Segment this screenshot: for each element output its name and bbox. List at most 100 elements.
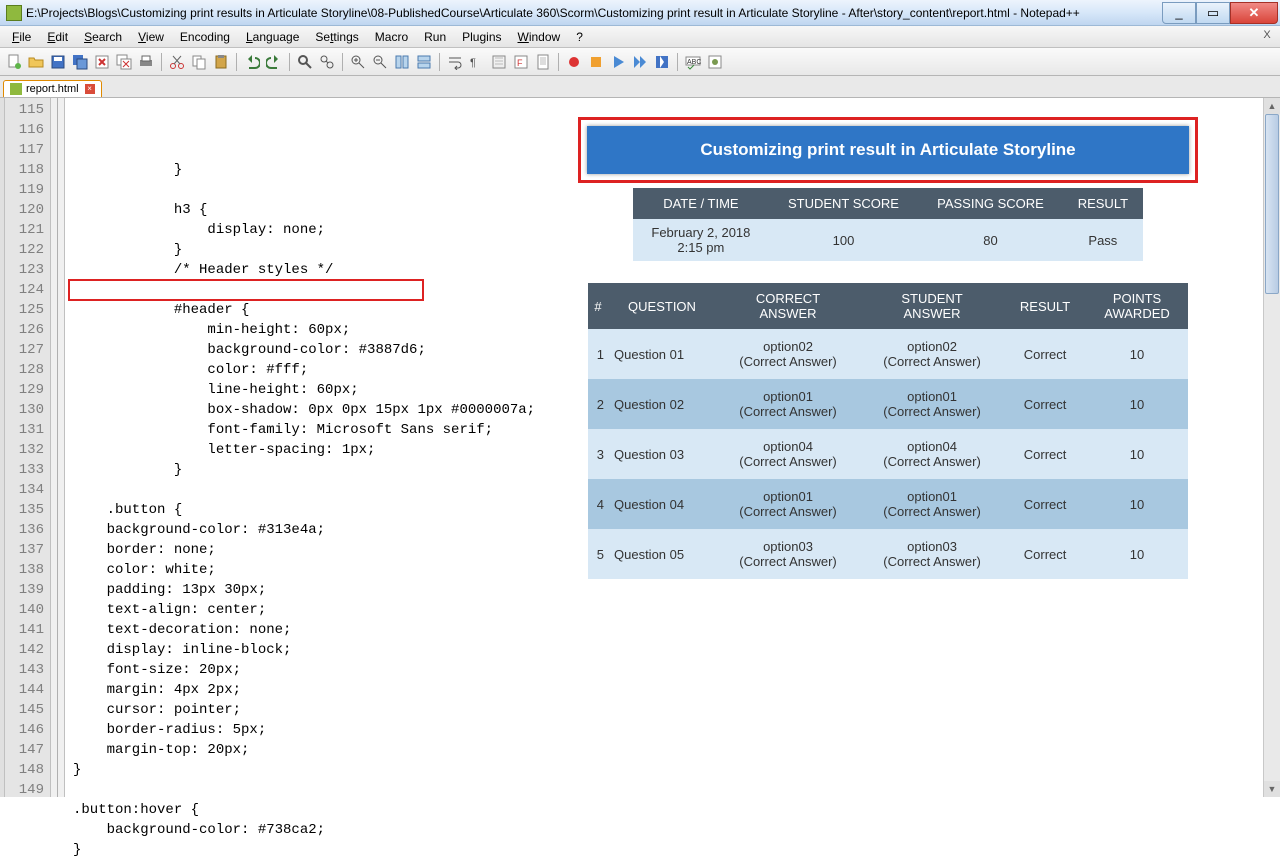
record-icon[interactable] (564, 52, 584, 72)
cut-icon[interactable] (167, 52, 187, 72)
play-icon[interactable] (608, 52, 628, 72)
play-multi-icon[interactable] (630, 52, 650, 72)
show-all-icon[interactable] (705, 52, 725, 72)
code-line-144[interactable]: margin-top: 20px; (65, 740, 1263, 760)
close-all-icon[interactable] (114, 52, 134, 72)
line-number-gutter: 1151161171181191201211221231241251261271… (5, 98, 51, 797)
code-line-139[interactable]: display: inline-block; (65, 640, 1263, 660)
tab-file-icon (10, 83, 22, 95)
menu-window[interactable]: Window (510, 28, 569, 46)
code-line-140[interactable]: font-size: 20px; (65, 660, 1263, 680)
svg-text:¶: ¶ (470, 57, 476, 69)
code-line-137[interactable]: text-align: center; (65, 600, 1263, 620)
redo-icon[interactable] (264, 52, 284, 72)
line-number: 136 (5, 520, 44, 540)
close-file-icon[interactable] (92, 52, 112, 72)
code-line-149[interactable]: } (65, 840, 1263, 860)
find-icon[interactable] (295, 52, 315, 72)
menu-macro[interactable]: Macro (367, 28, 416, 46)
line-number: 131 (5, 420, 44, 440)
row-student-answer: option03 (Correct Answer) (860, 529, 1004, 579)
new-file-icon[interactable] (4, 52, 24, 72)
meta-h-score: STUDENT SCORE (769, 188, 918, 219)
quiz-h-student: STUDENTANSWER (860, 283, 1004, 329)
paste-icon[interactable] (211, 52, 231, 72)
row-correct-answer: option02 (Correct Answer) (716, 329, 860, 379)
menu-encoding[interactable]: Encoding (172, 28, 238, 46)
quiz-row: 2Question 02option01 (Correct Answer)opt… (588, 379, 1188, 429)
save-all-icon[interactable] (70, 52, 90, 72)
row-student-answer: option02 (Correct Answer) (860, 329, 1004, 379)
wordwrap-icon[interactable] (445, 52, 465, 72)
minimize-button[interactable]: _ (1162, 2, 1196, 24)
code-line-145[interactable]: } (65, 760, 1263, 780)
code-line-136[interactable]: padding: 13px 30px; (65, 580, 1263, 600)
code-line-142[interactable]: cursor: pointer; (65, 700, 1263, 720)
line-number: 139 (5, 580, 44, 600)
line-number: 123 (5, 260, 44, 280)
menubar: File Edit Search View Encoding Language … (0, 26, 1280, 48)
open-file-icon[interactable] (26, 52, 46, 72)
zoom-in-icon[interactable] (348, 52, 368, 72)
vertical-scrollbar[interactable]: ▲ ▼ (1263, 98, 1280, 797)
scroll-down-arrow[interactable]: ▼ (1264, 781, 1280, 797)
row-correct-answer: option03 (Correct Answer) (716, 529, 860, 579)
fold-margin[interactable] (51, 98, 65, 797)
line-number: 127 (5, 340, 44, 360)
replace-icon[interactable] (317, 52, 337, 72)
file-tab[interactable]: report.html × (3, 80, 102, 97)
meta-pass: 80 (918, 219, 1063, 261)
undo-icon[interactable] (242, 52, 262, 72)
doc-map-icon[interactable] (533, 52, 553, 72)
svg-text:ABC: ABC (687, 59, 701, 66)
row-points: 10 (1086, 379, 1188, 429)
menu-view[interactable]: View (130, 28, 172, 46)
show-chars-icon[interactable]: ¶ (467, 52, 487, 72)
menu-settings[interactable]: Settings (307, 28, 366, 46)
indent-guide-icon[interactable] (489, 52, 509, 72)
code-line-143[interactable]: border-radius: 5px; (65, 720, 1263, 740)
scroll-up-arrow[interactable]: ▲ (1264, 98, 1280, 114)
close-button[interactable]: ✕ (1230, 2, 1278, 24)
row-correct-answer: option01 (Correct Answer) (716, 379, 860, 429)
row-points: 10 (1086, 329, 1188, 379)
spellcheck-icon[interactable]: ABC (683, 52, 703, 72)
report-header-highlight: Customizing print result in Articulate S… (578, 117, 1198, 183)
scrollbar-thumb[interactable] (1265, 114, 1279, 294)
doc-close-icon[interactable]: X (1260, 28, 1274, 42)
menu-language[interactable]: Language (238, 28, 307, 46)
sync-v-icon[interactable] (392, 52, 412, 72)
row-num: 1 (588, 329, 608, 379)
row-question: Question 04 (608, 479, 716, 529)
code-line-146[interactable] (65, 780, 1263, 800)
copy-icon[interactable] (189, 52, 209, 72)
line-number: 124 (5, 280, 44, 300)
print-icon[interactable] (136, 52, 156, 72)
menu-file[interactable]: File (4, 28, 39, 46)
menu-edit[interactable]: Edit (39, 28, 76, 46)
code-line-138[interactable]: text-decoration: none; (65, 620, 1263, 640)
menu-search[interactable]: Search (76, 28, 130, 46)
line-number: 140 (5, 600, 44, 620)
row-num: 3 (588, 429, 608, 479)
menu-run[interactable]: Run (416, 28, 454, 46)
lang-icon[interactable]: F (511, 52, 531, 72)
line-number: 133 (5, 460, 44, 480)
code-line-141[interactable]: margin: 4px 2px; (65, 680, 1263, 700)
meta-score: 100 (769, 219, 918, 261)
menu-help[interactable]: ? (568, 28, 591, 46)
code-line-148[interactable]: background-color: #738ca2; (65, 820, 1263, 840)
quiz-row: 4Question 04option01 (Correct Answer)opt… (588, 479, 1188, 529)
zoom-out-icon[interactable] (370, 52, 390, 72)
save-macro-icon[interactable] (652, 52, 672, 72)
line-number: 141 (5, 620, 44, 640)
code-line-147[interactable]: .button:hover { (65, 800, 1263, 820)
maximize-button[interactable]: ▭ (1196, 2, 1230, 24)
row-student-answer: option01 (Correct Answer) (860, 479, 1004, 529)
line-number: 130 (5, 400, 44, 420)
stop-icon[interactable] (586, 52, 606, 72)
tab-close-icon[interactable]: × (85, 84, 95, 94)
menu-plugins[interactable]: Plugins (454, 28, 509, 46)
save-icon[interactable] (48, 52, 68, 72)
sync-h-icon[interactable] (414, 52, 434, 72)
